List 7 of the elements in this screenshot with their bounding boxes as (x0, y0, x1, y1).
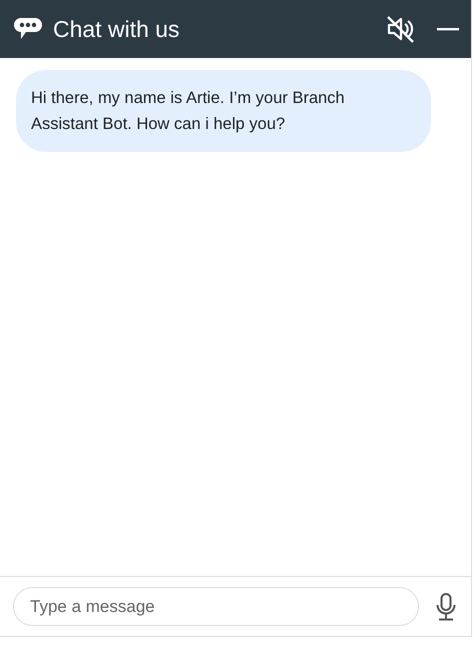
mute-button[interactable] (385, 14, 415, 44)
message-input-field[interactable]: Type a message (13, 587, 419, 626)
minimize-button[interactable] (437, 27, 459, 31)
microphone-button[interactable] (435, 592, 457, 620)
window-title: Chat with us (53, 16, 180, 42)
message-bubble: Hi there, my name is Artie. I’m your Branch Assistant Bot. How can i help you? (16, 70, 431, 152)
chat-bubble-icon (13, 17, 43, 41)
